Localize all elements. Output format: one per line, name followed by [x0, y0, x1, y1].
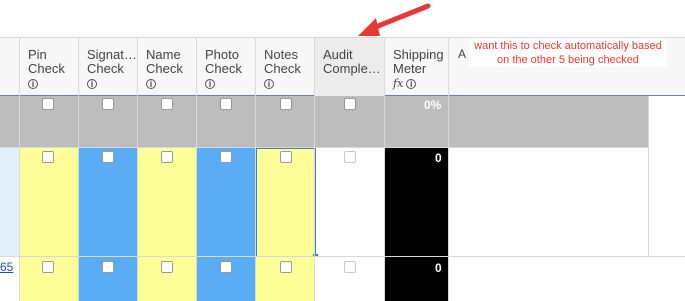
column-header-label: Audit Comple… [323, 48, 381, 76]
row-2-signature-check-checkbox[interactable] [102, 261, 114, 273]
row-1-lead-cell[interactable] [0, 148, 20, 256]
row-2-shipping-meter-value: 0 [435, 261, 442, 275]
summary-name-check-checkbox[interactable] [161, 98, 173, 110]
row-2-audit-complete-checkbox[interactable] [344, 261, 356, 273]
row-1-pin-check-cell[interactable] [20, 148, 79, 256]
column-divider [255, 38, 256, 301]
formula-icon: fx [393, 77, 404, 90]
summary-photo-check-checkbox[interactable] [220, 98, 232, 110]
column-header-label: Name Check [146, 48, 183, 76]
column-header-name-check[interactable]: Name Check i [138, 38, 197, 96]
column-header-label: Photo Check [205, 48, 242, 76]
red-arrow-icon [358, 3, 431, 36]
summary-shipping-meter-value: 0% [424, 98, 442, 112]
cell-selection-outline [256, 148, 316, 257]
column-header-notes-check[interactable]: Notes Check i [256, 38, 315, 96]
row-1-name-check-checkbox[interactable] [161, 151, 173, 163]
summary-pin-check-checkbox[interactable] [42, 98, 54, 110]
column-divider [19, 38, 20, 301]
row-1-audit-complete-checkbox[interactable] [344, 151, 356, 163]
row-1-pin-check-checkbox[interactable] [42, 151, 54, 163]
summary-signature-check-checkbox[interactable] [102, 98, 114, 110]
info-icon[interactable]: i [146, 79, 156, 89]
column-header-label: Pin Check [28, 48, 65, 76]
row-1-signature-check-checkbox[interactable] [102, 151, 114, 163]
column-header-label: Shipping Meter [393, 48, 444, 76]
summary-audit-complete-checkbox[interactable] [344, 98, 356, 110]
column-header-signature-check[interactable]: Signat… Check i [79, 38, 138, 96]
column-header-label: Signat… Check [87, 48, 137, 76]
row-1-signature-check-cell[interactable] [79, 148, 138, 256]
column-divider [384, 38, 385, 301]
info-icon[interactable]: i [28, 79, 38, 89]
row-2-name-check-checkbox[interactable] [161, 261, 173, 273]
column-divider [78, 38, 79, 301]
column-header-next-partial[interactable]: A [458, 47, 466, 61]
row-1-shipping-meter-value: 0 [435, 151, 442, 165]
column-divider [314, 38, 315, 301]
row-2-notes-check-checkbox[interactable] [280, 261, 292, 273]
column-divider [648, 96, 649, 257]
row-1-audit-complete-cell[interactable] [315, 148, 385, 256]
row-2-photo-check-checkbox[interactable] [220, 261, 232, 273]
column-divider [137, 38, 138, 301]
row-2-pin-check-checkbox[interactable] [42, 261, 54, 273]
row-1-photo-check-cell[interactable] [197, 148, 256, 256]
column-header-photo-check[interactable]: Photo Check i [197, 38, 256, 96]
annotation-note: want this to check automatically based o… [469, 39, 667, 67]
column-divider [196, 38, 197, 301]
row-1-name-check-cell[interactable] [138, 148, 197, 256]
column-header-pin-check[interactable]: Pin Check i [20, 38, 79, 96]
info-icon[interactable]: i [406, 79, 417, 89]
info-icon[interactable]: i [264, 79, 274, 89]
column-header-label: Notes Check [264, 48, 301, 76]
info-icon[interactable]: i [205, 79, 215, 89]
column-divider [448, 38, 449, 301]
summary-row [0, 96, 649, 148]
row-2-link-partial[interactable]: 65 [0, 260, 13, 274]
info-icon[interactable]: i [87, 79, 97, 89]
summary-notes-check-checkbox[interactable] [280, 98, 292, 110]
row-1-photo-check-checkbox[interactable] [220, 151, 232, 163]
